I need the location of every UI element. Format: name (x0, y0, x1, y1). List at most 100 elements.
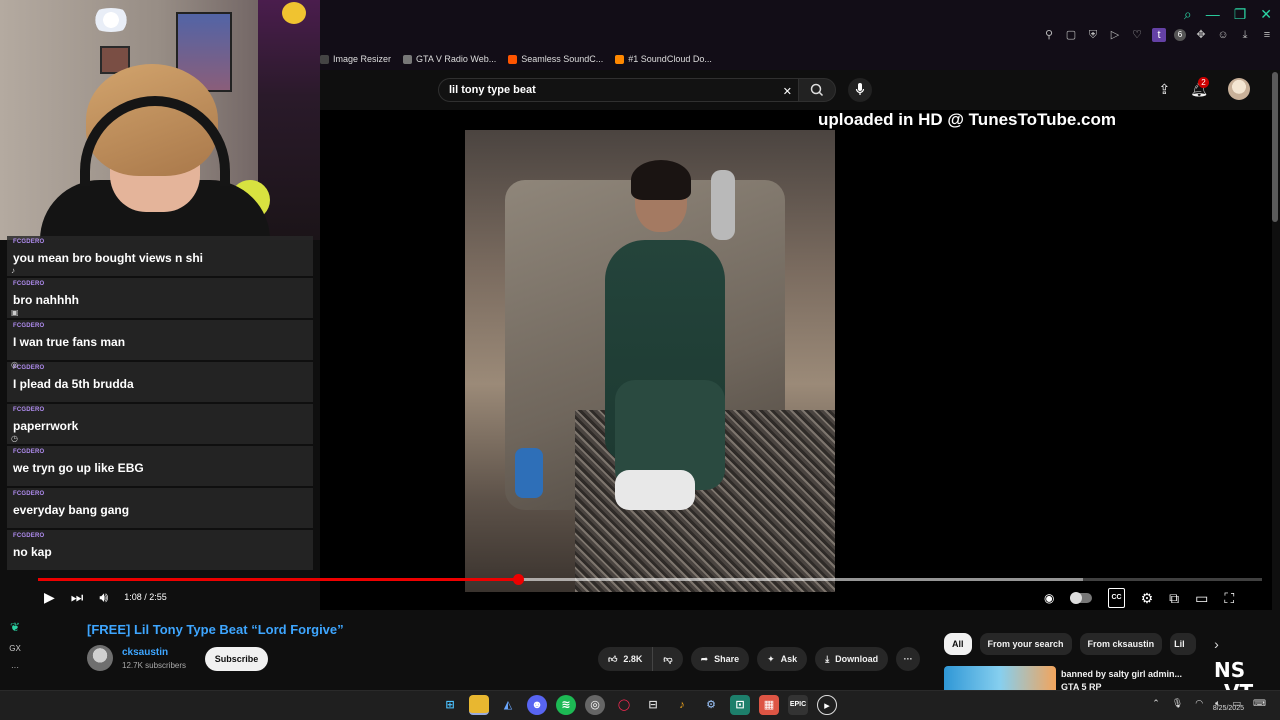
upload-icon[interactable]: ⇪ (1158, 81, 1170, 98)
chat-message: FCGDERO bro nahhhh ▣ (7, 278, 313, 318)
opera-gx-icon[interactable]: ◯ (614, 695, 634, 715)
shield-icon[interactable]: ⛨ (1086, 28, 1100, 42)
clear-search-icon[interactable]: ✕ (783, 81, 792, 103)
next-icon[interactable]: ⏭︎ (71, 588, 84, 606)
search-icon[interactable]: ⌕ (1184, 6, 1192, 23)
chat-username: FCGDERO (13, 407, 45, 413)
profile-icon[interactable]: ☺ (1216, 28, 1230, 42)
miniplayer-icon[interactable]: ⧉ (1169, 589, 1179, 607)
more-dots-icon[interactable]: ··· (11, 663, 19, 672)
thumbs-up-icon: 👍︎ (608, 654, 618, 664)
thumbs-down-icon: 👎︎ (663, 654, 673, 664)
chat-username: FCGDERO (13, 533, 45, 539)
pin-icon[interactable]: ⚲ (1042, 28, 1056, 42)
spotify-icon[interactable]: ≋ (556, 695, 576, 715)
channel-name[interactable]: cksaustin (122, 647, 168, 658)
chip-lil[interactable]: Lil (1170, 633, 1197, 655)
extension-badge-icon[interactable]: 6 (1174, 29, 1186, 41)
seek-bar[interactable] (38, 574, 1262, 585)
subscribe-button[interactable]: Subscribe (205, 647, 268, 671)
chat-message: FCGDERO no kap (7, 530, 313, 570)
share-arrow-icon: ➦ (700, 654, 709, 664)
notification-center-icon[interactable]: ⌨ (1253, 698, 1266, 709)
download-icon[interactable]: ⤓ (1238, 28, 1252, 42)
channel-avatar[interactable] (87, 645, 113, 671)
person-shoes (615, 470, 695, 510)
video-player[interactable]: uploaded in HD @ TunesToTube.com (320, 110, 1272, 610)
chevron-right-icon[interactable]: › (1214, 636, 1219, 652)
autoplay-toggle[interactable] (1070, 592, 1093, 604)
opera-gx-leaf-icon[interactable]: ❦ (10, 620, 20, 634)
windows-start-icon[interactable]: ⊞ (440, 695, 460, 715)
bookmark-image-resizer[interactable]: Image Resizer (320, 54, 391, 64)
dislike-button[interactable]: 👎︎ (653, 647, 683, 671)
close-icon[interactable]: ✕ (1260, 6, 1272, 23)
more-actions-button[interactable]: ··· (896, 647, 921, 671)
steam-deck-icon[interactable]: ⊟ (643, 695, 663, 715)
video-title: [FREE] Lil Tony Type Beat “Lord Forgive” (87, 622, 344, 637)
like-count: 2.8K (623, 654, 643, 664)
restore-icon[interactable]: ❐ (1234, 6, 1247, 23)
bookmark-seamless-soundcloud[interactable]: Seamless SoundC... (508, 54, 603, 64)
download-icon: ⤓ (825, 654, 830, 664)
play-icon[interactable]: ▶ (44, 588, 55, 606)
snapshot-icon[interactable]: ▢ (1064, 28, 1078, 42)
microsoft-store-icon[interactable]: ▦ (759, 695, 779, 715)
volume-icon[interactable]: 🔊︎ (99, 588, 108, 606)
twitch-icon[interactable]: t (1152, 28, 1166, 42)
heart-icon[interactable]: ♡ (1130, 28, 1144, 42)
gx-label[interactable]: GX (9, 644, 21, 653)
captions-icon[interactable]: CC (1108, 588, 1125, 608)
tiktok-icon: ♪ (11, 266, 15, 275)
ask-button[interactable]: ✦ Ask (757, 647, 808, 671)
copilot-icon[interactable]: ◭ (498, 695, 518, 715)
account-avatar[interactable] (1228, 78, 1250, 100)
epic-games-icon[interactable]: EPIC (788, 695, 808, 715)
file-explorer-icon[interactable] (469, 695, 489, 715)
watermark-top-text: NS (1214, 658, 1246, 682)
soundcloud-icon (615, 54, 625, 64)
chrome-icon[interactable]: ◎ (585, 695, 605, 715)
media-player-icon[interactable]: ▸ (817, 695, 837, 715)
chip-all[interactable]: All (944, 633, 972, 655)
search-input[interactable]: lil tony type beat ✕ (438, 78, 798, 102)
page-scrollbar[interactable] (1272, 72, 1278, 222)
system-tray: ⌃ 🎙︎ ◠ 🔈︎ ▭ ⌨ (1152, 698, 1266, 709)
theater-mode-icon[interactable]: ▭ (1195, 589, 1208, 607)
steam-icon[interactable]: ⚙ (701, 695, 721, 715)
wifi-icon[interactable]: ◠ (1195, 698, 1203, 709)
bookmark-gta-radio[interactable]: GTA V Radio Web... (403, 54, 496, 64)
notifications-button[interactable]: 🔔︎ 2 (1190, 76, 1209, 98)
bookmark-icon (403, 54, 413, 64)
recommended-video-title[interactable]: banned by salty girl admin... (1061, 669, 1191, 679)
chat-username: FCGDERO (13, 323, 45, 329)
fl-studio-icon[interactable]: ♪ (672, 695, 692, 715)
youtube-header: lil tony type beat ✕ ⇪ 🔔︎ 2 (320, 70, 1280, 110)
fullscreen-icon[interactable]: ⛶ (1224, 589, 1234, 607)
puzzle-icon[interactable]: ✥ (1194, 28, 1208, 42)
voice-search-button[interactable] (848, 78, 872, 102)
taskbar-date: 8/25/2025 (1212, 705, 1244, 712)
discord-icon[interactable]: ☻ (527, 695, 547, 715)
share-button[interactable]: ➦ Share (690, 647, 750, 671)
minimize-icon[interactable]: — (1206, 6, 1220, 23)
menu-icon[interactable]: ≡ (1260, 28, 1274, 42)
bookmarks-bar: Image Resizer GTA V Radio Web... Seamles… (320, 50, 712, 68)
like-button[interactable]: 👍︎ 2.8K (598, 647, 654, 671)
microphone-icon[interactable]: 🎙︎ (1172, 698, 1183, 709)
xbox-app-icon[interactable]: ⊡ (730, 695, 750, 715)
more-dots-icon: ··· (903, 654, 913, 664)
settings-gear-icon[interactable]: ⚙ (1141, 589, 1154, 607)
chip-from-channel[interactable]: From cksaustin (1079, 633, 1163, 655)
bottle-shape (515, 448, 543, 498)
windows-taskbar: ⊞ ◭ ☻ ≋ ◎ ◯ ⊟ ♪ ⚙ ⊡ ▦ EPIC ▸ ⌃ 🎙︎ ◠ 🔈︎ ▭… (0, 690, 1280, 720)
bookmark-soundcloud-downloader[interactable]: #1 SoundCloud Do... (615, 54, 712, 64)
recommended-video-thumbnail[interactable] (944, 666, 1056, 690)
chip-from-your-search[interactable]: From your search (979, 633, 1072, 655)
chevron-up-icon[interactable]: ⌃ (1152, 698, 1160, 709)
eye-icon[interactable]: ◉ (1044, 589, 1054, 607)
extensions-bar: ⚲ ▢ ⛨ ▷ ♡ t 6 ✥ ☺ ⤓ ≡ (1042, 28, 1274, 42)
play-icon[interactable]: ▷ (1108, 28, 1122, 42)
search-button[interactable] (798, 78, 836, 102)
download-button[interactable]: ⤓ Download (815, 647, 889, 671)
